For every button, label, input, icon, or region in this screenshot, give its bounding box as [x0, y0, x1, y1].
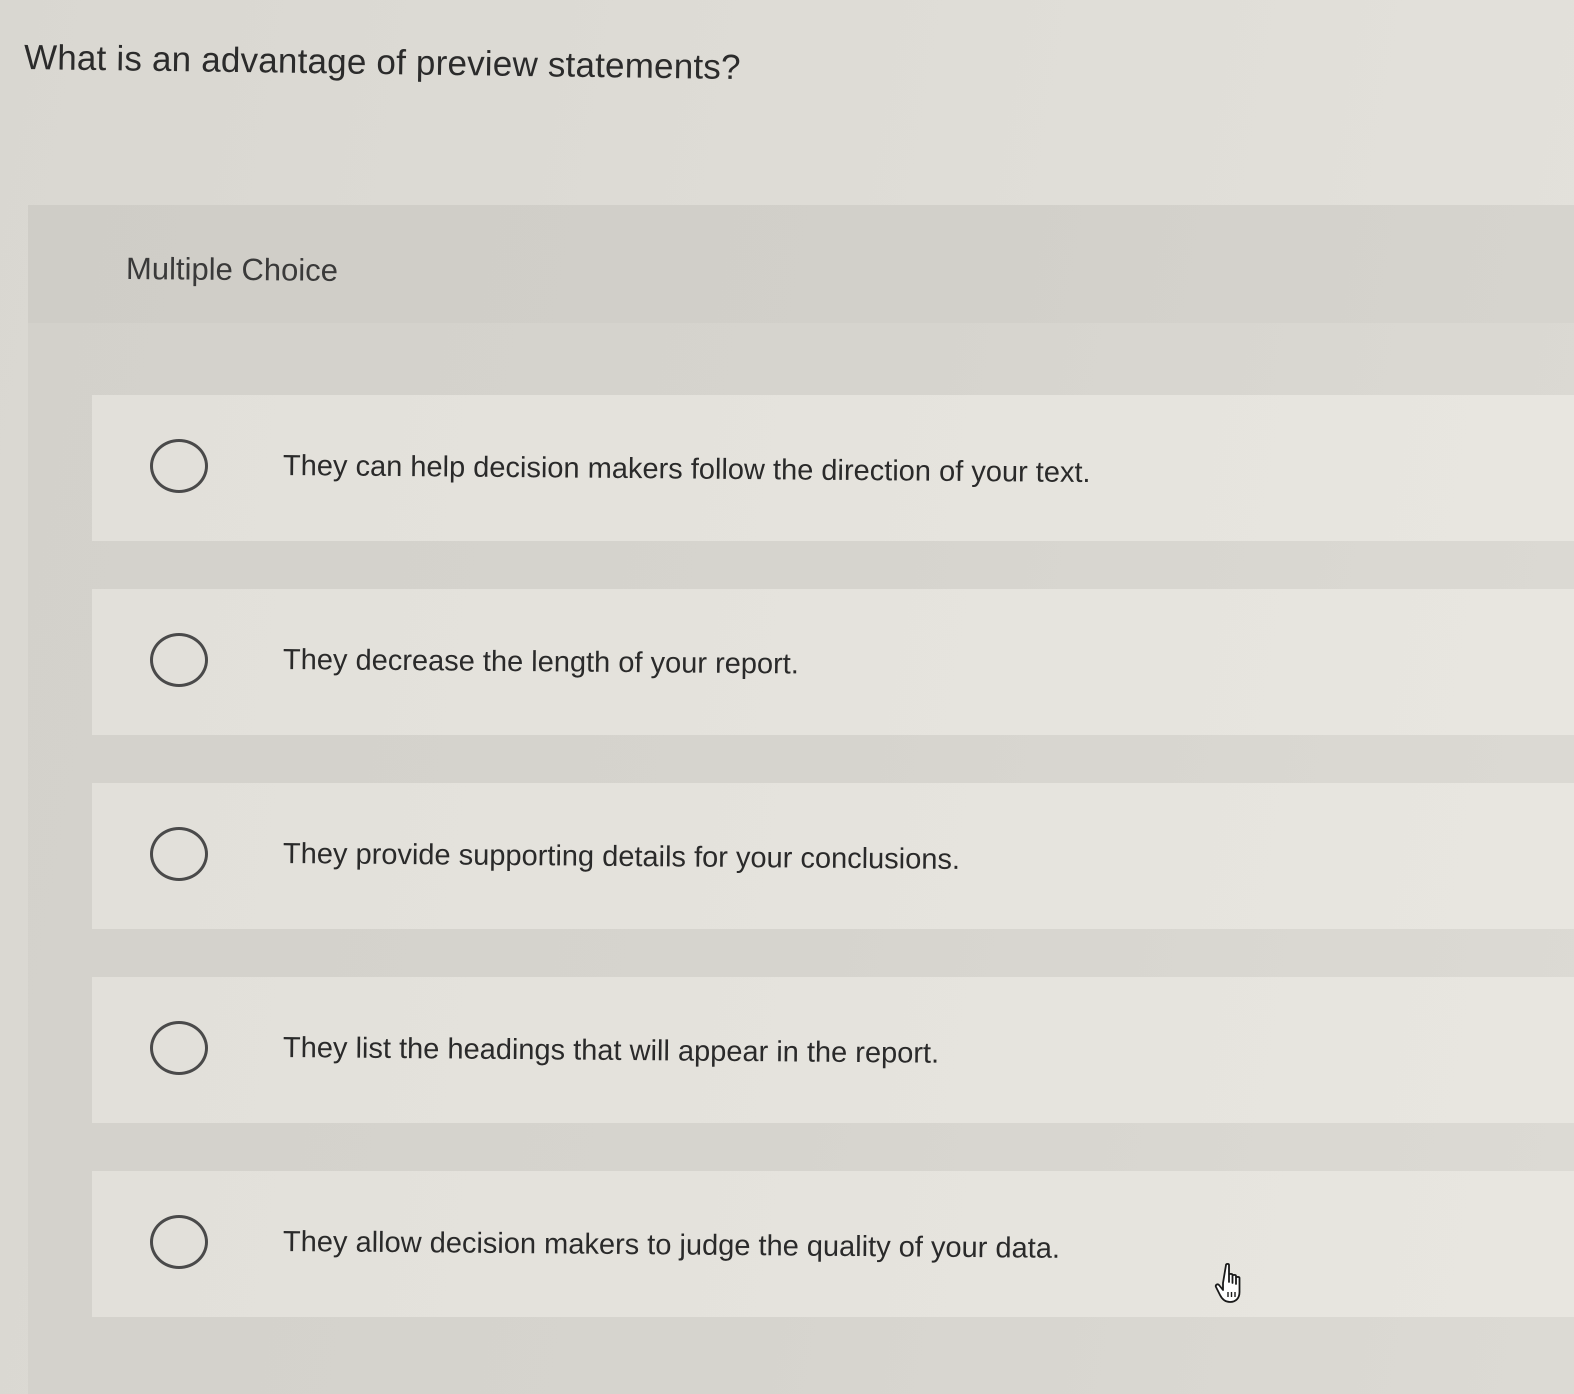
hand-pointer-icon [1214, 1262, 1241, 1303]
radio-button-icon[interactable] [150, 827, 208, 881]
panel-header: Multiple Choice [28, 205, 1574, 323]
answer-option-label: They allow decision makers to judge the … [282, 1226, 1061, 1265]
question-title: What is an advantage of preview statemen… [23, 38, 741, 88]
radio-button-icon[interactable] [150, 633, 208, 687]
answer-option-label: They can help decision makers follow the… [282, 450, 1091, 490]
answer-option[interactable]: They allow decision makers to judge the … [92, 1171, 1574, 1317]
radio-button-icon[interactable] [150, 1021, 208, 1075]
radio-button-icon[interactable] [150, 1215, 208, 1269]
question-panel: Multiple Choice They can help decision m… [28, 205, 1574, 1394]
radio-button-icon[interactable] [150, 439, 208, 493]
answer-option[interactable]: They decrease the length of your report. [92, 589, 1574, 735]
answer-option-label: They provide supporting details for your… [282, 838, 961, 876]
answer-options: They can help decision makers follow the… [92, 395, 1574, 1365]
answer-option[interactable]: They provide supporting details for your… [92, 783, 1574, 929]
answer-option-label: They list the headings that will appear … [282, 1032, 940, 1070]
question-type-label: Multiple Choice [125, 251, 339, 288]
answer-option[interactable]: They can help decision makers follow the… [92, 395, 1574, 541]
answer-option[interactable]: They list the headings that will appear … [92, 977, 1574, 1123]
answer-option-label: They decrease the length of your report. [282, 644, 799, 681]
